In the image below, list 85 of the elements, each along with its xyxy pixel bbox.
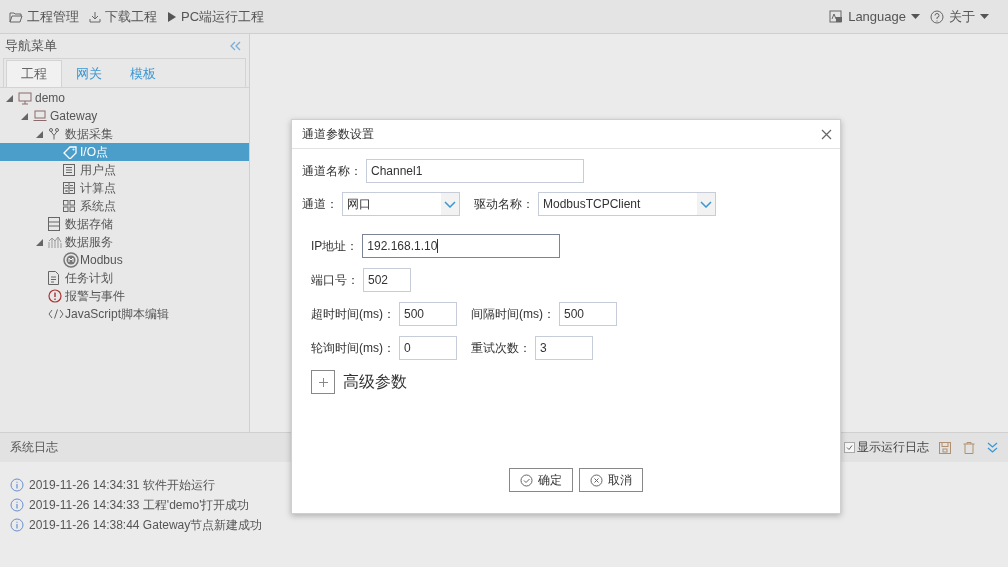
trash-icon[interactable] (963, 441, 975, 454)
tag-icon (63, 145, 77, 159)
chart-icon (48, 235, 62, 249)
dropdown[interactable]: ModbusTCPClient (538, 192, 716, 216)
tree-item[interactable]: demo (0, 89, 249, 107)
tree-item[interactable]: 任务计划 (0, 269, 249, 287)
help-icon (930, 9, 944, 24)
m-badge-icon (63, 252, 79, 268)
log-entry: 2019-11-26 14:38:44 Gateway节点新建成功 (29, 516, 263, 534)
expand-triangle-icon[interactable] (36, 238, 43, 246)
expand-button[interactable] (311, 370, 335, 394)
list-icon (63, 164, 75, 176)
log-entry: 2019-11-26 14:34:33 工程'demo'打开成功 (29, 496, 250, 514)
tree-item[interactable]: Modbus (0, 251, 249, 269)
input-field[interactable]: 500 (559, 302, 617, 326)
monitor-icon (18, 91, 32, 105)
input-field[interactable]: Channel1 (366, 159, 584, 183)
check-circle-icon (520, 473, 533, 487)
folder-icon (9, 10, 23, 23)
cancel-button[interactable]: 取消 (579, 468, 643, 492)
calculator-icon (63, 182, 75, 194)
caret-icon (980, 14, 989, 19)
field-label: 端口号： (311, 271, 359, 289)
expand-triangle-icon[interactable] (21, 112, 28, 120)
laptop-icon (33, 110, 47, 122)
log-entry: 2019-11-26 14:34:31 软件开始运行 (29, 476, 215, 494)
dropdown[interactable]: 网口 (342, 192, 460, 216)
alert-icon (48, 289, 62, 303)
info-icon (10, 518, 24, 532)
double-chevron-down-icon[interactable] (987, 442, 998, 453)
storage-icon (48, 217, 60, 231)
input-field[interactable]: 3 (535, 336, 593, 360)
menu-button[interactable]: Language (829, 9, 920, 24)
chevron-down-icon (444, 200, 456, 208)
confirm-button[interactable]: 确定 (509, 468, 573, 492)
field-label: 通道： (302, 195, 338, 213)
collapse-icon[interactable] (230, 41, 241, 51)
expand-triangle-icon[interactable] (6, 94, 13, 102)
tree-item[interactable]: Gateway (0, 107, 249, 125)
info-icon (10, 478, 24, 492)
chevron-down-icon (700, 200, 712, 208)
close-icon[interactable] (821, 128, 832, 140)
input-field[interactable]: 192.168.1.10 (362, 234, 561, 258)
input-field[interactable]: 500 (399, 302, 457, 326)
menu-button[interactable]: 关于 (930, 7, 989, 26)
tree-item[interactable]: 计算点 (0, 179, 249, 197)
checkbox-label[interactable]: 显示运行日志 (857, 439, 929, 456)
expand-triangle-icon[interactable] (36, 130, 43, 138)
field-label: 通道名称： (302, 162, 362, 180)
tree-item[interactable]: 系统点 (0, 197, 249, 215)
field-label: 超时时间(ms)： (311, 305, 395, 323)
code-icon (48, 309, 64, 319)
branch-icon (48, 128, 60, 140)
cancel-circle-icon (590, 473, 603, 487)
field-label: 间隔时间(ms)： (471, 305, 555, 323)
tree-item[interactable]: 用户点 (0, 161, 249, 179)
tree-item[interactable]: 数据服务 (0, 233, 249, 251)
caret-icon (911, 14, 920, 19)
toolbar-button[interactable]: 工程管理 (9, 7, 79, 26)
toolbar-button[interactable]: 下载工程 (89, 7, 157, 26)
play-icon (167, 10, 177, 23)
plus-icon (318, 377, 328, 387)
field-label: 重试次数： (471, 339, 531, 357)
grid-icon (63, 200, 75, 212)
tree-item[interactable]: 数据采集 (0, 125, 249, 143)
tab[interactable]: 工程 (6, 60, 62, 87)
panel-title: 系统日志 (10, 439, 58, 456)
input-field[interactable]: 502 (363, 268, 411, 292)
field-label: IP地址： (311, 237, 359, 255)
save-icon[interactable] (939, 441, 951, 454)
field-label: 轮询时间(ms)： (311, 339, 395, 357)
input-field[interactable]: 0 (399, 336, 457, 360)
language-icon (829, 9, 844, 24)
field-label: 驱动名称： (474, 195, 534, 213)
toolbar-button[interactable]: PC端运行工程 (167, 7, 265, 26)
checkbox[interactable] (844, 442, 855, 453)
tree-item[interactable]: 报警与事件 (0, 287, 249, 305)
tree-item[interactable]: 数据存储 (0, 215, 249, 233)
panel-title: 导航菜单 (5, 37, 57, 55)
section-label[interactable]: 高级参数 (343, 371, 407, 393)
download-icon (89, 10, 101, 23)
info-icon (10, 498, 24, 512)
tree-item[interactable]: JavaScript脚本编辑 (0, 305, 249, 323)
dialog-title: 通道参数设置 (302, 125, 374, 143)
document-icon (48, 271, 59, 285)
